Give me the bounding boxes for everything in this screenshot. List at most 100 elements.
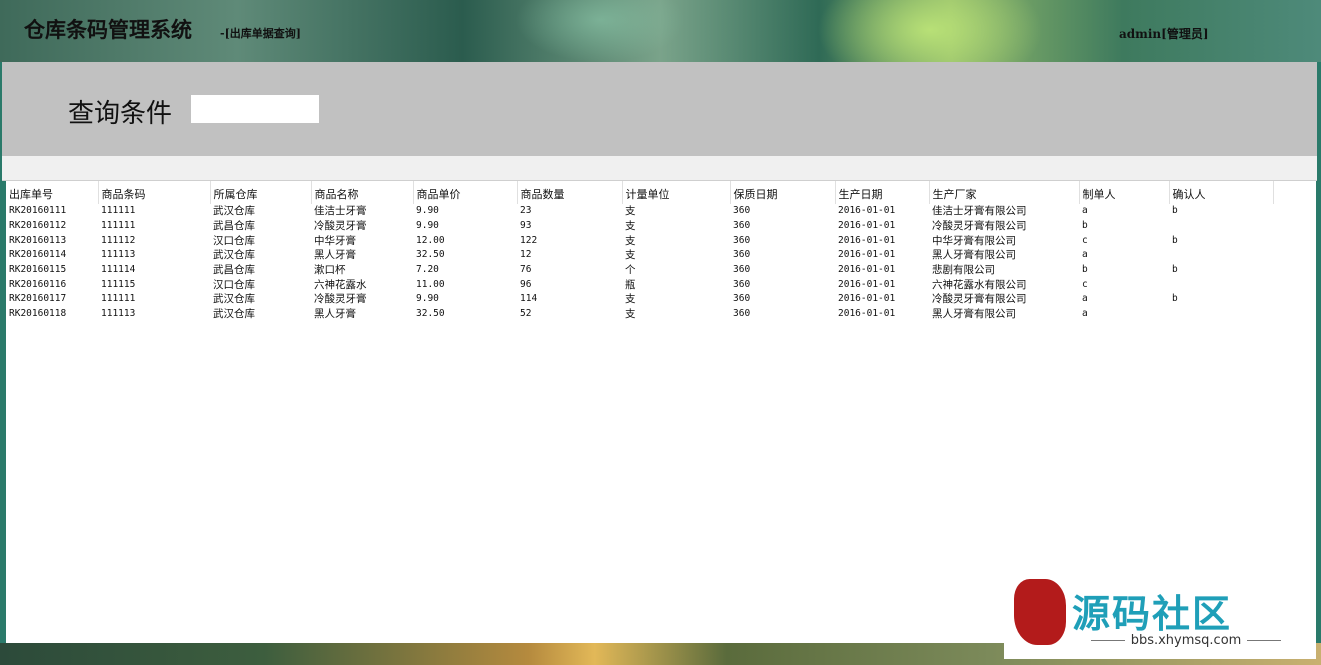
table-cell: 360 [733,278,751,290]
table-cell: 冷酸灵牙膏 [314,220,367,233]
table-row[interactable]: RK20160117 111111 武汉仓库 冷酸灵牙膏 9.90 114 支 360 2016… [6,292,1273,307]
table-cell: c [1082,234,1088,246]
column-header[interactable]: 保质日期 [730,181,836,204]
table-cell: 360 [733,234,751,246]
table-cell: 360 [733,308,751,320]
table-cell: 支 [625,205,636,218]
table-header-row: 出库单号 商品条码 所属仓库 商品名称 商品单价 商品数量 计量单位 保质日期 生产日期 生产厂家… [6,181,1274,204]
table-cell: 111113 [101,308,136,320]
table-row[interactable]: RK20160118 111113 武汉仓库 黑人牙膏 32.50 52 支 360 2016-… [6,307,1273,322]
table-cell: b [1172,293,1178,305]
table-cell: 2016-01-01 [838,308,896,320]
table-cell: 武汉仓库 [213,308,255,321]
table-cell: 111113 [101,249,136,261]
query-input[interactable] [191,95,319,123]
table-row[interactable]: RK20160116 111115 汉口仓库 六神花露水 11.00 96 瓶 360 2016… [6,277,1273,292]
table-cell: 冷酸灵牙膏 [314,293,367,306]
table-cell: b [1172,264,1178,276]
table-cell [1169,307,1273,322]
header-banner: 仓库条码管理系统 -[出库单据查询] admin[管理员] [0,0,1321,62]
table-cell: 2016-01-01 [838,264,896,276]
table-cell: 32.50 [416,249,445,261]
table-cell: 支 [625,220,636,233]
column-header[interactable]: 商品单价 [413,181,518,204]
watermark-title: 源码社区 [1072,592,1233,636]
result-table: 出库单号 商品条码 所属仓库 商品名称 商品单价 商品数量 计量单位 保质日期 生产日期 生产厂家… [6,181,1274,322]
column-header[interactable]: 商品条码 [98,181,211,204]
table-cell: 黑人牙膏 [314,249,356,262]
table-row[interactable]: RK20160112 111111 武昌仓库 冷酸灵牙膏 9.90 93 支 360 2016-… [6,219,1273,234]
column-header[interactable]: 确认人 [1169,181,1274,204]
table-row[interactable]: RK20160113 111112 汉口仓库 中华牙膏 12.00 122 支 360 2016… [6,233,1273,248]
table-cell: 360 [733,205,751,217]
table-cell: 114 [520,293,538,305]
table-cell: 111114 [101,264,136,276]
table-cell: 111115 [101,278,136,290]
table-cell: 2016-01-01 [838,234,896,246]
table-cell: 冷酸灵牙膏有限公司 [932,293,1027,306]
table-row[interactable]: RK20160111 111111 武汉仓库 佳洁士牙膏 9.90 23 支 360 2016-… [6,204,1273,219]
table-cell: 360 [733,220,751,232]
column-header[interactable]: 所属仓库 [210,181,312,204]
table-cell: 中华牙膏有限公司 [932,234,1016,247]
table-cell: 支 [625,234,636,247]
table-cell: 悲剧有限公司 [932,264,995,277]
table-cell: 黑人牙膏有限公司 [932,249,1016,262]
table-cell [1169,277,1273,292]
table-cell: 支 [625,308,636,321]
table-cell: 2016-01-01 [838,278,896,290]
table-cell: b [1172,205,1178,217]
table-cell: 9.90 [416,205,439,217]
table-cell: 冷酸灵牙膏有限公司 [932,220,1027,233]
table-cell: c [1082,278,1088,290]
table-cell: 武昌仓库 [213,264,255,277]
table-cell: 2016-01-01 [838,220,896,232]
table-cell: 汉口仓库 [213,278,255,291]
column-header[interactable]: 生产日期 [835,181,930,204]
table-cell: 111111 [101,220,136,232]
table-cell: 黑人牙膏有限公司 [932,308,1016,321]
table-cell: 佳洁士牙膏有限公司 [932,205,1027,218]
table-cell: 23 [520,205,532,217]
table-cell: 12 [520,249,532,261]
column-header[interactable]: 商品名称 [311,181,414,204]
watermark-logo: 源码社区 bbs.xhymsq.com [1004,567,1316,659]
table-cell: 360 [733,264,751,276]
table-cell: RK20160115 [9,264,67,276]
table-cell: 11.00 [416,278,445,290]
column-header[interactable]: 生产厂家 [929,181,1080,204]
table-cell: 93 [520,220,532,232]
table-cell: RK20160118 [9,308,67,320]
query-panel: 查询条件 [2,62,1317,156]
column-header[interactable]: 制单人 [1079,181,1170,204]
user-info[interactable]: admin[管理员] [1119,25,1209,42]
table-cell: 支 [625,293,636,306]
table-cell: 六神花露水有限公司 [932,278,1027,291]
table-cell: 52 [520,308,532,320]
table-cell: 佳洁士牙膏 [314,205,367,218]
table-row[interactable]: RK20160115 111114 武昌仓库 漱口杯 7.20 76 个 360 2016-01… [6,263,1273,278]
column-header[interactable]: 商品数量 [517,181,623,204]
table-cell: 漱口杯 [314,264,346,277]
table-cell: 支 [625,249,636,262]
table-cell: 2016-01-01 [838,205,896,217]
column-header[interactable]: 计量单位 [622,181,731,204]
table-cell: 360 [733,293,751,305]
app-title: 仓库条码管理系统 [24,17,192,42]
table-cell: 122 [520,234,538,246]
table-cell: 2016-01-01 [838,293,896,305]
table-cell: 111112 [101,234,136,246]
table-row[interactable]: RK20160114 111113 武汉仓库 黑人牙膏 32.50 12 支 360 2016-… [6,248,1273,263]
table-cell: a [1082,249,1088,261]
table-cell [1169,248,1273,263]
table-cell: 111111 [101,205,136,217]
table-cell: b [1172,234,1178,246]
table-cell: a [1082,293,1088,305]
query-label: 查询条件 [68,99,173,129]
table-cell: 武汉仓库 [213,293,255,306]
column-header[interactable]: 出库单号 [6,181,99,204]
table-cell: 360 [733,249,751,261]
table-cell: 个 [625,264,636,277]
table-cell: RK20160117 [9,293,67,305]
table-cell: 7.20 [416,264,439,276]
